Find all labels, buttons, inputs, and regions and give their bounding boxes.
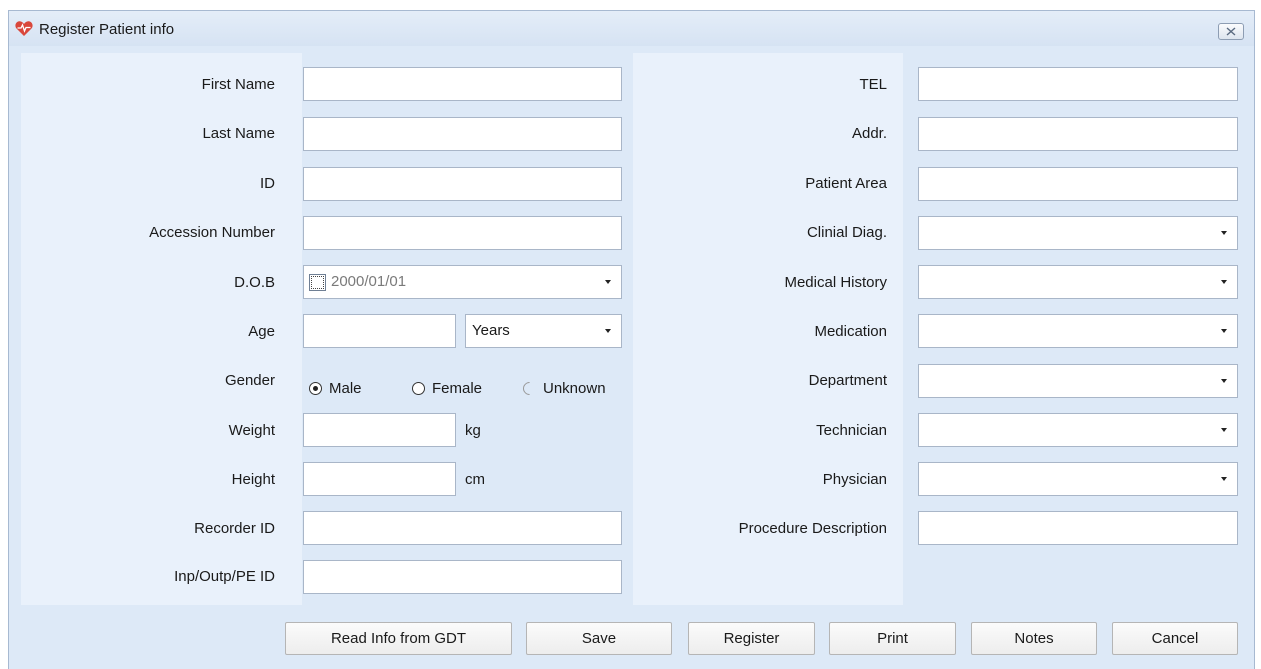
notes-button[interactable]: Notes bbox=[971, 622, 1097, 655]
age-unit-select[interactable]: Years bbox=[465, 314, 622, 348]
chevron-down-icon bbox=[1221, 428, 1227, 432]
tel-label: TEL bbox=[859, 76, 887, 93]
first-name-field[interactable] bbox=[303, 67, 622, 101]
chevron-down-icon bbox=[1221, 477, 1227, 481]
inp-outp-pe-id-field[interactable] bbox=[303, 560, 622, 594]
technician-label: Technician bbox=[816, 422, 887, 439]
patient-area-label: Patient Area bbox=[805, 175, 887, 192]
radio-unselected-icon bbox=[412, 382, 425, 395]
radio-selected-icon bbox=[309, 382, 322, 395]
read-gdt-button[interactable]: Read Info from GDT bbox=[285, 622, 512, 655]
weight-unit: kg bbox=[465, 422, 481, 439]
last-name-field[interactable] bbox=[303, 117, 622, 151]
weight-field[interactable] bbox=[303, 413, 456, 447]
technician-select[interactable] bbox=[918, 413, 1238, 447]
title-bar: Register Patient info bbox=[9, 11, 1254, 46]
id-label: ID bbox=[260, 175, 275, 192]
first-name-label: First Name bbox=[201, 76, 275, 93]
height-field[interactable] bbox=[303, 462, 456, 496]
age-label: Age bbox=[248, 323, 275, 340]
register-patient-window: Register Patient info First Name Last Na… bbox=[8, 10, 1255, 669]
chevron-down-icon bbox=[1221, 231, 1227, 235]
gender-female-radio[interactable]: Female bbox=[412, 380, 482, 397]
close-button[interactable] bbox=[1218, 23, 1244, 40]
window-title: Register Patient info bbox=[39, 21, 175, 38]
department-select[interactable] bbox=[918, 364, 1238, 398]
accession-number-label: Accession Number bbox=[149, 224, 275, 241]
chevron-down-icon bbox=[1221, 280, 1227, 284]
medication-select[interactable] bbox=[918, 314, 1238, 348]
gender-female-label: Female bbox=[432, 380, 483, 397]
radio-unselected-icon bbox=[523, 382, 536, 395]
dob-date-picker[interactable]: 2000/01/01 bbox=[303, 265, 622, 299]
medication-label: Medication bbox=[814, 323, 887, 340]
addr-field[interactable] bbox=[918, 117, 1238, 151]
chevron-down-icon bbox=[605, 329, 611, 333]
height-unit: cm bbox=[465, 471, 485, 488]
procedure-description-field[interactable] bbox=[918, 511, 1238, 545]
heart-app-icon bbox=[15, 21, 33, 36]
inp-outp-pe-id-label: Inp/Outp/PE ID bbox=[174, 568, 275, 585]
age-field[interactable] bbox=[303, 314, 456, 348]
medical-history-label: Medical History bbox=[784, 274, 887, 291]
gender-male-radio[interactable]: Male bbox=[309, 380, 362, 397]
department-label: Department bbox=[808, 372, 887, 389]
weight-label: Weight bbox=[228, 422, 275, 439]
last-name-label: Last Name bbox=[202, 125, 275, 142]
print-button[interactable]: Print bbox=[829, 622, 956, 655]
patient-area-field[interactable] bbox=[918, 167, 1238, 201]
gender-unknown-label: Unknown bbox=[543, 380, 606, 397]
recorder-id-label: Recorder ID bbox=[194, 520, 275, 537]
close-icon bbox=[1226, 27, 1236, 36]
medical-history-select[interactable] bbox=[918, 265, 1238, 299]
accession-number-field[interactable] bbox=[303, 216, 622, 250]
chevron-down-icon bbox=[1221, 379, 1227, 383]
height-label: Height bbox=[231, 471, 275, 488]
tel-field[interactable] bbox=[918, 67, 1238, 101]
physician-select[interactable] bbox=[918, 462, 1238, 496]
dob-value: 2000/01/01 bbox=[331, 273, 407, 290]
recorder-id-field[interactable] bbox=[303, 511, 622, 545]
dob-label: D.O.B bbox=[234, 274, 275, 291]
age-unit-value: Years bbox=[472, 322, 510, 339]
clinical-diag-select[interactable] bbox=[918, 216, 1238, 250]
save-button[interactable]: Save bbox=[526, 622, 672, 655]
dob-checkbox[interactable] bbox=[309, 274, 326, 291]
register-button[interactable]: Register bbox=[688, 622, 815, 655]
procedure-description-label: Procedure Description bbox=[738, 520, 887, 537]
gender-unknown-radio[interactable]: Unknown bbox=[523, 380, 606, 397]
id-field[interactable] bbox=[303, 167, 622, 201]
clinical-diag-label: Clinial Diag. bbox=[806, 224, 887, 241]
gender-male-label: Male bbox=[329, 380, 362, 397]
physician-label: Physician bbox=[822, 471, 887, 488]
chevron-down-icon bbox=[605, 280, 611, 284]
chevron-down-icon bbox=[1221, 329, 1227, 333]
cancel-button[interactable]: Cancel bbox=[1112, 622, 1238, 655]
gender-label: Gender bbox=[224, 372, 275, 389]
addr-label: Addr. bbox=[851, 125, 887, 142]
